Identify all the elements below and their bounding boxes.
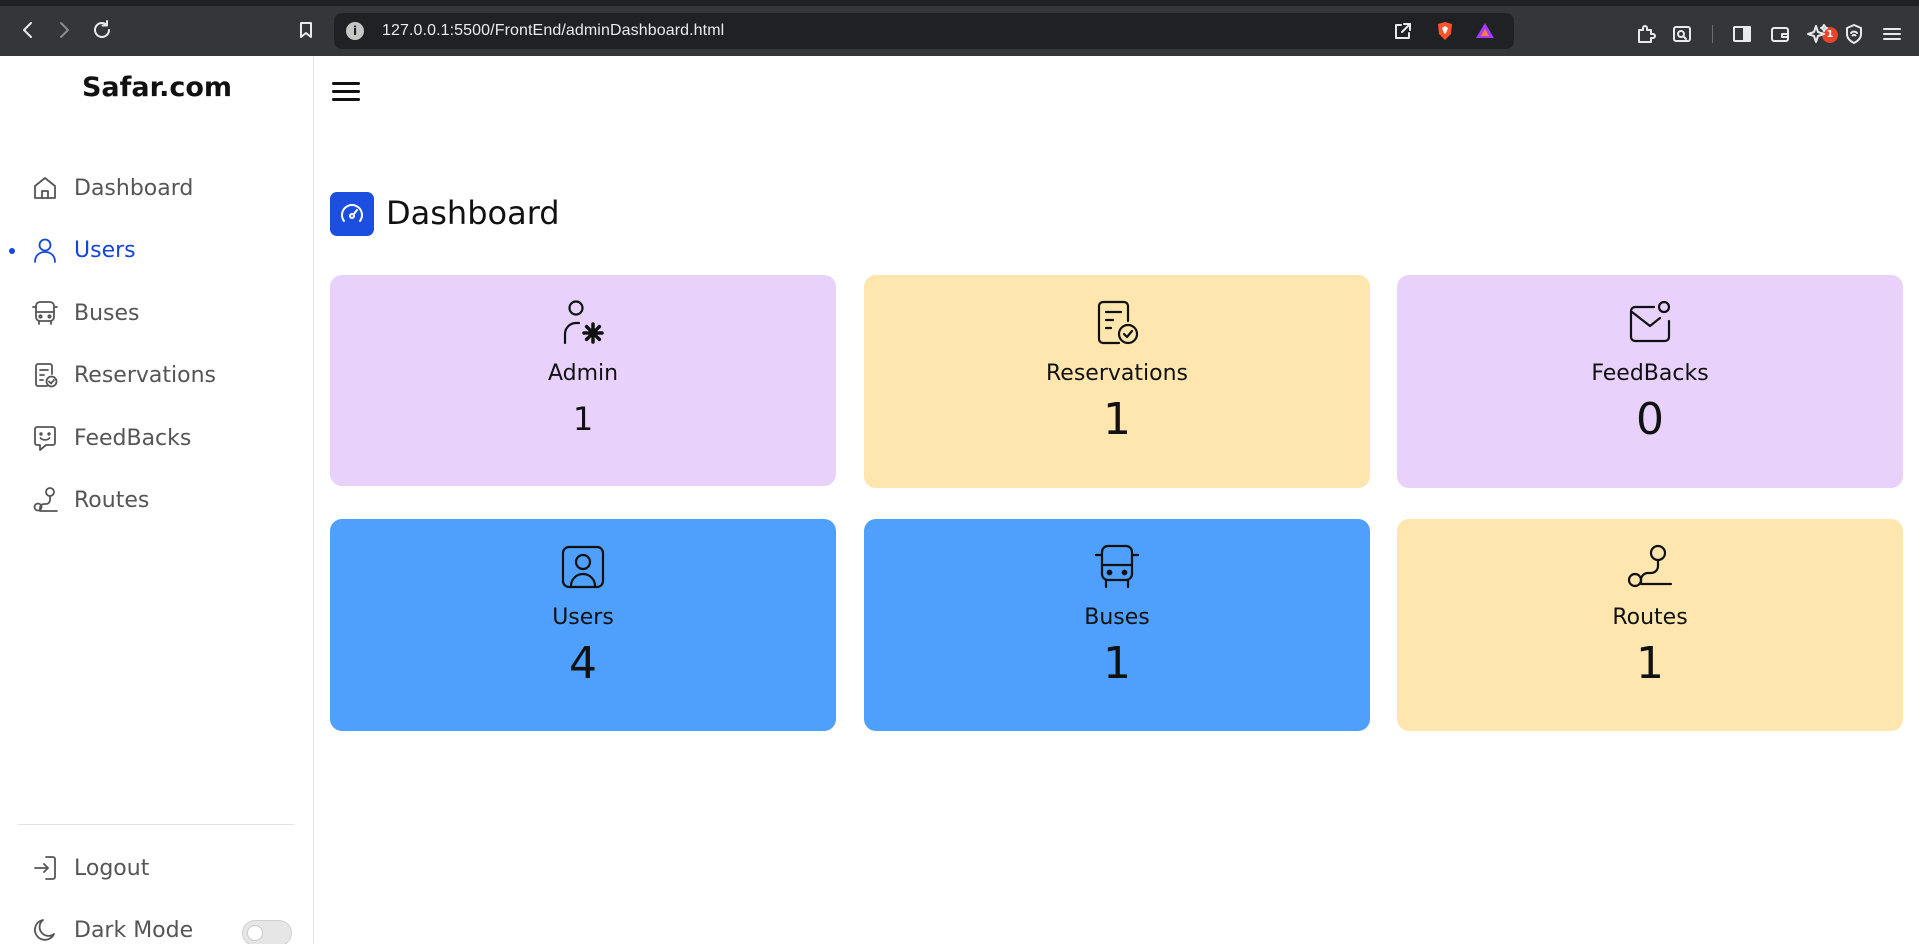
card-value: 1 <box>1103 638 1131 689</box>
bus-icon <box>1089 539 1145 595</box>
logout-icon <box>28 851 62 885</box>
card-value: 1 <box>572 400 594 438</box>
card-label: Users <box>552 605 614 630</box>
sidebar: Safar.com Dashboard Users Buses Reservat… <box>0 56 314 944</box>
sidebar-item-label: Reservations <box>74 362 216 388</box>
sidebar-item-feedbacks[interactable]: FeedBacks <box>28 416 298 460</box>
feedbacks-card[interactable]: FeedBacks 0 <box>1397 275 1903 488</box>
reader-mode-icon[interactable] <box>1670 22 1694 46</box>
sidebar-item-label: Buses <box>74 300 140 326</box>
reload-icon[interactable] <box>88 16 116 44</box>
toggle-knob <box>247 925 263 941</box>
card-label: Reservations <box>1046 361 1188 386</box>
site-info-icon[interactable]: i <box>346 22 364 40</box>
user-profile-icon <box>555 539 611 595</box>
url-text[interactable]: 127.0.0.1:5500/FrontEnd/adminDashboard.h… <box>382 22 724 40</box>
mail-notification-icon <box>1622 295 1678 351</box>
sidebar-divider <box>18 824 294 825</box>
sidebar-item-label: Users <box>74 237 136 263</box>
page-title: Dashboard <box>386 194 560 232</box>
leo-ai-icon[interactable] <box>1806 22 1830 46</box>
card-value: 4 <box>569 638 597 689</box>
dark-mode-label: Dark Mode <box>74 917 194 943</box>
speedometer-icon <box>330 192 374 236</box>
reservations-icon <box>1089 295 1145 351</box>
card-value: 0 <box>1636 394 1664 445</box>
sidebar-item-buses[interactable]: Buses <box>28 291 298 335</box>
wallet-icon[interactable] <box>1768 22 1792 46</box>
card-label: FeedBacks <box>1591 361 1709 386</box>
back-icon[interactable] <box>14 16 42 44</box>
sidebar-item-reservations[interactable]: Reservations <box>28 353 298 397</box>
brand-logo[interactable]: Safar.com <box>0 72 314 103</box>
address-bar[interactable]: i 127.0.0.1:5500/FrontEnd/adminDashboard… <box>334 13 1838 49</box>
route-icon <box>1622 539 1678 595</box>
card-label: Routes <box>1612 605 1688 630</box>
bus-icon <box>28 296 62 330</box>
dark-mode-toggle[interactable] <box>242 920 292 944</box>
user-icon <box>28 233 62 267</box>
browser-toolbar: i 127.0.0.1:5500/FrontEnd/adminDashboard… <box>0 0 1919 56</box>
logout-button[interactable]: Logout <box>28 846 298 890</box>
sidebar-item-dashboard[interactable]: Dashboard <box>28 166 298 210</box>
feedback-icon <box>28 421 62 455</box>
menu-icon[interactable] <box>1880 22 1904 46</box>
share-icon[interactable] <box>1392 20 1414 42</box>
routes-card[interactable]: Routes 1 <box>1397 519 1903 731</box>
card-value: 1 <box>1103 394 1131 445</box>
card-label: Buses <box>1084 605 1150 630</box>
admin-card[interactable]: Admin 1 <box>330 275 836 486</box>
buses-card[interactable]: Buses 1 <box>864 519 1370 731</box>
moon-icon <box>28 913 62 944</box>
home-icon <box>28 171 62 205</box>
bookmark-icon[interactable] <box>292 16 320 44</box>
extensions-icon[interactable] <box>1634 22 1658 46</box>
users-card[interactable]: Users 4 <box>330 519 836 731</box>
reservations-icon <box>28 358 62 392</box>
forward-icon[interactable] <box>50 16 78 44</box>
sidebar-item-label: Dashboard <box>74 175 194 201</box>
sidebar-item-label: Routes <box>74 487 150 513</box>
sidebar-item-users[interactable]: Users <box>28 228 298 272</box>
sidebar-item-routes[interactable]: Routes <box>28 478 298 522</box>
sidebar-toggle-icon[interactable] <box>1730 22 1754 46</box>
sidebar-item-label: FeedBacks <box>74 425 192 451</box>
card-value: 1 <box>1636 638 1664 689</box>
logout-label: Logout <box>74 855 150 881</box>
brave-rewards-icon[interactable] <box>1474 20 1496 42</box>
reservations-card[interactable]: Reservations 1 <box>864 275 1370 488</box>
hamburger-menu-icon[interactable] <box>330 80 362 104</box>
vpn-icon[interactable] <box>1842 22 1866 46</box>
active-indicator <box>9 248 15 254</box>
card-label: Admin <box>547 361 619 386</box>
route-icon <box>28 483 62 517</box>
toolbar-divider <box>1712 25 1713 43</box>
brave-shields-icon[interactable] <box>1434 20 1456 42</box>
admin-settings-icon <box>555 295 611 351</box>
